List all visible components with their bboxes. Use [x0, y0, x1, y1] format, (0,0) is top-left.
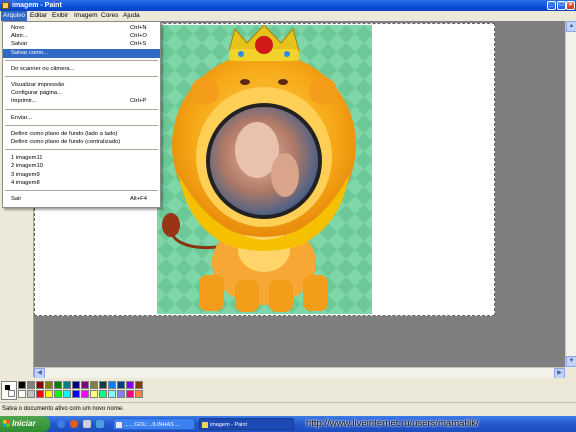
menu-separator — [5, 124, 158, 126]
vertical-scrollbar[interactable]: ▲ ▼ — [565, 21, 576, 367]
start-label: Iniciar — [12, 419, 36, 428]
color-swatch[interactable] — [54, 390, 62, 398]
menu-separator — [5, 190, 158, 191]
status-text: Salva o documento ativo com um novo nome… — [2, 406, 124, 412]
color-swatch[interactable] — [108, 390, 116, 398]
color-swatch[interactable] — [135, 390, 143, 398]
color-swatch[interactable] — [45, 381, 53, 389]
color-swatch[interactable] — [90, 381, 98, 389]
browser-icon[interactable] — [70, 420, 78, 428]
color-swatch[interactable] — [27, 390, 35, 398]
task-button-gol[interactable]: ......:GOL:...ILINHAS ... — [113, 418, 195, 430]
color-swatch[interactable] — [126, 381, 134, 389]
media-icon[interactable] — [96, 420, 104, 428]
title-bar: imagem - Paint _ □ × — [0, 0, 576, 11]
color-swatch[interactable] — [108, 381, 116, 389]
file-menu-item-shortcut: Ctrl+P — [130, 98, 147, 105]
scroll-down-icon[interactable]: ▼ — [566, 356, 576, 367]
color-swatch[interactable] — [99, 390, 107, 398]
menu-cores[interactable]: Cores — [99, 11, 120, 21]
color-swatch[interactable] — [72, 390, 80, 398]
task-label: imagem - Paint — [210, 422, 247, 428]
menu-exibir[interactable]: Exibir — [50, 11, 70, 21]
color-swatch[interactable] — [117, 381, 125, 389]
color-swatch[interactable] — [126, 390, 134, 398]
color-swatch[interactable] — [99, 381, 107, 389]
maximize-button[interactable]: □ — [557, 1, 566, 10]
windows-logo-icon — [3, 420, 10, 427]
menu-separator — [5, 149, 158, 151]
file-menu-item-label: Imprimir... — [11, 98, 37, 105]
color-swatch[interactable] — [135, 381, 143, 389]
paint-app-icon — [2, 2, 9, 9]
menu-bar: Arquivo Editar Exibir Imagem Cores Ajuda — [0, 11, 576, 21]
horizontal-scrollbar[interactable]: ◀ ▶ — [34, 367, 565, 379]
ie-icon[interactable] — [57, 420, 65, 428]
task-button-paint[interactable]: imagem - Paint — [199, 418, 294, 430]
watermark-url: http://www.liveinternet.ru/users/mamatii… — [306, 418, 479, 429]
file-menu-item-label: 1 imagem11 — [11, 155, 43, 162]
file-menu-item-label: Definir como plano de fundo (lado a lado… — [11, 130, 118, 137]
status-bar: Salva o documento ativo com um novo nome… — [0, 402, 576, 416]
file-menu-item[interactable]: Salvar como... — [3, 48, 160, 58]
minimize-button[interactable]: _ — [547, 1, 556, 10]
color-swatch[interactable] — [36, 390, 44, 398]
file-menu-item-label: Do scanner ou câmera... — [11, 65, 75, 72]
file-menu-item[interactable]: 4 imagem8 — [3, 179, 160, 188]
color-swatch[interactable] — [27, 381, 35, 389]
color-swatch[interactable] — [45, 390, 53, 398]
file-menu-item-label: Configurar página... — [11, 90, 62, 97]
file-menu-item[interactable]: Imprimir... Ctrl+P — [3, 97, 160, 106]
file-menu-item[interactable]: Do scanner ou câmera... — [3, 65, 160, 74]
menu-separator — [5, 76, 158, 77]
menu-imagem[interactable]: Imagem — [72, 11, 99, 21]
file-menu-item-shortcut: Alt+F4 — [130, 196, 147, 202]
document-icon — [116, 422, 122, 428]
color-swatch[interactable] — [81, 390, 89, 398]
file-menu-item-label: Sair — [11, 196, 22, 202]
file-menu-item-label: Salvar — [11, 41, 28, 48]
color-swatch[interactable] — [117, 390, 125, 398]
window-title: imagem - Paint — [12, 2, 62, 9]
menu-separator — [5, 59, 158, 61]
file-menu-item-label: 2 imagem10 — [11, 163, 43, 170]
file-menu-item-label: Abrir... — [11, 33, 28, 40]
color-swatch[interactable] — [18, 390, 26, 398]
color-swatch[interactable] — [90, 390, 98, 398]
file-menu-item-label: 3 imagem9 — [11, 171, 40, 178]
paint-icon — [202, 422, 208, 428]
color-swatch[interactable] — [81, 381, 89, 389]
current-colors[interactable] — [1, 381, 17, 400]
taskbar: Iniciar ......:GOL:...ILINHAS ... imagem… — [0, 416, 576, 432]
close-button[interactable]: × — [566, 1, 575, 10]
background-color[interactable] — [8, 390, 15, 397]
file-menu-item[interactable]: Enviar... — [3, 114, 160, 123]
color-swatch[interactable] — [18, 381, 26, 389]
file-menu-item-label: Salvar como... — [11, 49, 49, 56]
color-swatch[interactable] — [36, 381, 44, 389]
color-palette — [0, 378, 576, 402]
file-menu-item-label: Visualizar impressão — [11, 82, 65, 88]
color-swatch[interactable] — [63, 381, 71, 389]
menu-separator — [5, 108, 158, 110]
file-menu-item-label: 4 imagem8 — [11, 179, 40, 186]
menu-arquivo[interactable]: Arquivo — [1, 11, 28, 21]
file-menu-item[interactable]: Sair Alt+F4 — [3, 195, 160, 204]
scroll-up-icon[interactable]: ▲ — [566, 21, 576, 32]
file-menu-dropdown: Novo Ctrl+N Abrir... Ctrl+O Salvar Ctrl+S Salv… — [2, 21, 161, 208]
desktop-icon[interactable] — [83, 420, 91, 428]
menu-ajuda[interactable]: Ajuda — [121, 11, 142, 21]
file-menu-item[interactable]: Definir como plano de fundo (centralizad… — [3, 138, 160, 147]
color-swatch[interactable] — [54, 381, 62, 389]
task-label: ......:GOL:...ILINHAS ... — [124, 422, 180, 428]
color-swatch[interactable] — [63, 390, 71, 398]
start-button[interactable]: Iniciar — [0, 416, 50, 432]
file-menu-item-label: Enviar... — [11, 114, 32, 121]
file-menu-item-label: Novo — [11, 25, 25, 31]
menu-editar[interactable]: Editar — [28, 11, 49, 21]
color-swatch[interactable] — [72, 381, 80, 389]
file-menu-item-label: Definir como plano de fundo (centralizad… — [11, 139, 121, 145]
